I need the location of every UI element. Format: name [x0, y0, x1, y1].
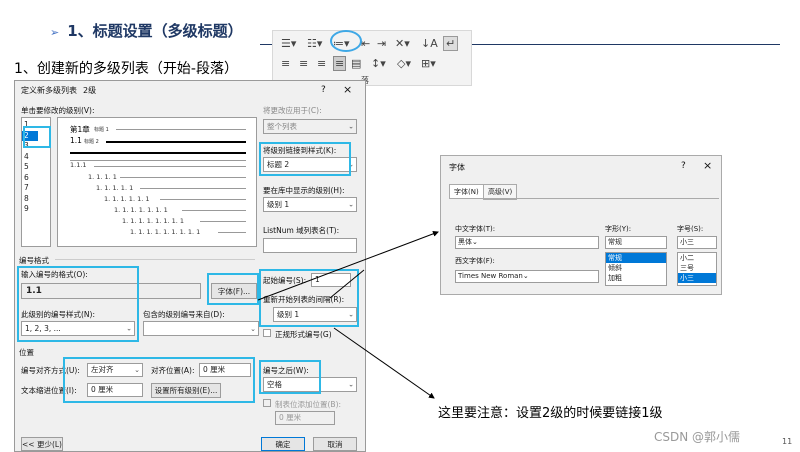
note-text: 这里要注意：设置2级的时候要链接1级	[438, 406, 663, 421]
arrow-link	[329, 269, 365, 299]
arrow-to-font-dialog	[257, 230, 439, 301]
annotation-arrows	[257, 230, 439, 399]
arrow-to-note	[333, 327, 435, 399]
watermark: CSDN @郭小儒	[654, 430, 741, 444]
page-number: 11	[782, 437, 793, 446]
